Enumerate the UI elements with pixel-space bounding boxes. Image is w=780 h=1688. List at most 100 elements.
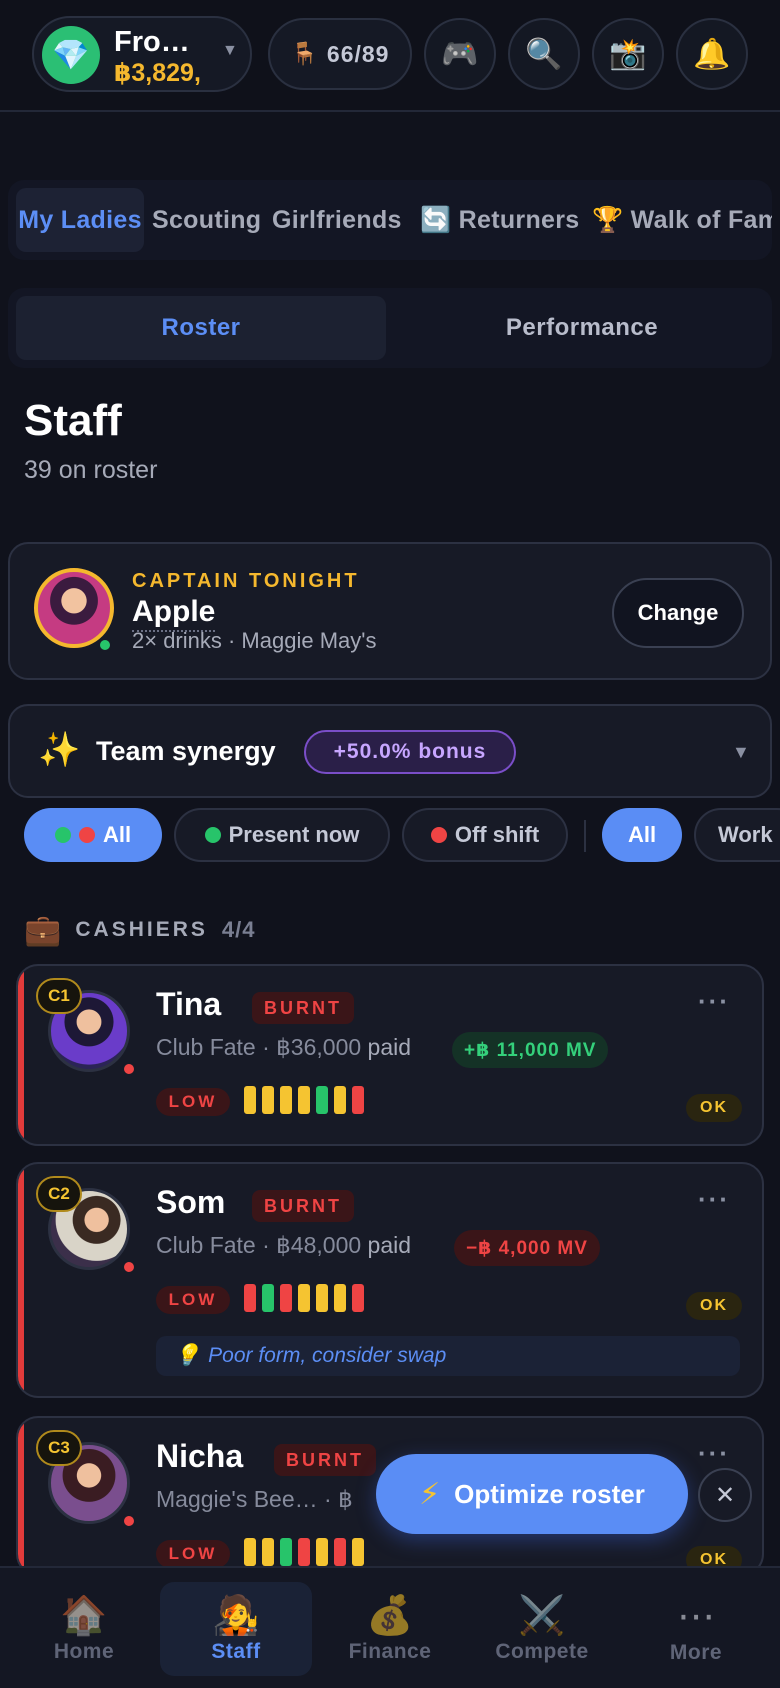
tab-scouting[interactable]: Scouting <box>152 188 261 252</box>
camera-icon: 📸 <box>609 37 647 71</box>
section-label: CASHIERS <box>75 918 208 941</box>
filter-all-label: All <box>102 822 132 847</box>
form-bars <box>244 1284 364 1312</box>
gem-icon: 💎 <box>42 26 100 84</box>
seats-value: 66/89 <box>326 40 390 67</box>
nav-staff[interactable]: 🧑‍🎤 Staff <box>160 1582 312 1676</box>
section-tabs: My Ladies Scouting Girlfriends 🔄 Returne… <box>8 180 772 260</box>
staff-venue: Club Fate <box>156 1034 256 1060</box>
tab-girlfriends[interactable]: Girlfriends <box>272 188 402 252</box>
lightbulb-icon: 💡 <box>174 1344 201 1367</box>
form-bar <box>280 1284 292 1312</box>
nav-label: Compete <box>495 1640 589 1663</box>
more-icon: ⋯ <box>677 1595 715 1638</box>
form-bar <box>262 1086 274 1114</box>
staff-card[interactable]: C1 Tina BURNT ··· Club Fate · ฿36,000 pa… <box>16 964 764 1146</box>
form-bar <box>298 1086 310 1114</box>
section-header-cashiers: 💼 CASHIERS 4/4 <box>24 912 255 948</box>
nav-compete[interactable]: ⚔️ Compete <box>466 1582 618 1676</box>
form-bar <box>352 1538 364 1566</box>
form-bars <box>244 1086 364 1114</box>
chevron-down-icon: ▼ <box>732 742 750 762</box>
segment-performance[interactable]: Performance <box>400 296 764 360</box>
staff-name: Tina <box>156 986 222 1022</box>
form-bar <box>262 1538 274 1566</box>
tab-returners[interactable]: 🔄 Returners <box>420 188 579 252</box>
games-button[interactable]: 🎮 <box>424 18 496 90</box>
camera-button[interactable]: 📸 <box>592 18 664 90</box>
more-options-icon[interactable]: ··· <box>698 1438 730 1469</box>
form-badge: LOW <box>156 1540 230 1568</box>
bottom-nav: 🏠 Home 🧑‍🎤 Staff 💰 Finance ⚔️ Compete ⋯ … <box>0 1566 780 1688</box>
more-options-icon[interactable]: ··· <box>698 986 730 1017</box>
form-badge: LOW <box>156 1088 230 1116</box>
paid-label: paid <box>367 1232 412 1258</box>
status-stripe <box>18 1418 24 1574</box>
filter-off-shift-label: Off shift <box>454 822 540 847</box>
green-dot-icon <box>54 827 71 843</box>
home-icon: 🏠 <box>60 1595 108 1637</box>
swap-suggestion: 💡 Poor form, consider swap <box>156 1336 740 1376</box>
form-bar <box>316 1284 328 1312</box>
tab-my-ladies[interactable]: My Ladies <box>16 188 144 252</box>
change-captain-button[interactable]: Change <box>612 578 744 648</box>
more-options-icon[interactable]: ··· <box>698 1184 730 1215</box>
captain-name[interactable]: Apple <box>132 594 216 632</box>
staff-pay: ฿ <box>338 1486 353 1512</box>
form-bar <box>298 1284 310 1312</box>
staff-meta: Club Fate · ฿36,000 paid <box>156 1034 412 1060</box>
optimize-roster-button[interactable]: ⚡ Optimize roster <box>376 1454 688 1534</box>
filter-all[interactable]: All <box>24 808 162 862</box>
form-bar <box>352 1284 364 1312</box>
health-badge: OK <box>686 1292 742 1320</box>
filter-present-now[interactable]: Present now <box>174 808 390 862</box>
nav-home[interactable]: 🏠 Home <box>8 1582 160 1676</box>
form-bar <box>280 1538 292 1566</box>
notifications-button[interactable]: 🔔 <box>676 18 748 90</box>
status-stripe <box>18 966 24 1144</box>
nav-label: Staff <box>211 1640 261 1663</box>
team-synergy-panel[interactable]: ✨ Team synergy +50.0% bonus ▼ <box>8 704 772 798</box>
seats-counter[interactable]: 🪑 66/89 <box>268 18 412 90</box>
form-bar <box>244 1086 256 1114</box>
divider <box>584 820 586 852</box>
search-icon: 🔍 <box>525 37 563 71</box>
filter-role-work[interactable]: Work <box>694 808 780 862</box>
paid-label: paid <box>367 1034 412 1060</box>
form-bar <box>298 1538 310 1566</box>
bell-icon: 🔔 <box>693 37 731 71</box>
staff-meta: Maggie's Bee… · ฿ <box>156 1486 353 1512</box>
captain-label: CAPTAIN TONIGHT <box>132 570 360 592</box>
nav-label: Finance <box>348 1640 432 1663</box>
close-icon[interactable]: ✕ <box>698 1468 752 1522</box>
venue-switcher[interactable]: 💎 Fro… ฿3,829, ▼ <box>32 16 252 92</box>
filter-chips: All Present now Off shift All Work <box>0 808 780 864</box>
staff-venue: Maggie's Bee… <box>156 1486 318 1512</box>
nav-finance[interactable]: 💰 Finance <box>314 1582 466 1676</box>
offline-status-dot <box>122 1062 136 1076</box>
staff-icon: 🧑‍🎤 <box>212 1595 260 1637</box>
suggestion-text: Poor form, consider swap <box>208 1344 447 1367</box>
status-stripe <box>18 1164 24 1396</box>
form-bar <box>262 1284 274 1312</box>
filter-role-all[interactable]: All <box>602 808 682 862</box>
form-bar <box>244 1538 256 1566</box>
rank-badge: C2 <box>36 1176 82 1212</box>
staff-name: Nicha <box>156 1438 244 1474</box>
nav-label: More <box>669 1640 723 1664</box>
lightning-icon: ⚡ <box>419 1477 441 1511</box>
filter-off-shift[interactable]: Off shift <box>402 808 568 862</box>
online-status-dot <box>98 638 112 652</box>
search-button[interactable]: 🔍 <box>508 18 580 90</box>
form-bar <box>352 1086 364 1114</box>
form-bar <box>316 1538 328 1566</box>
green-dot-icon <box>204 827 221 843</box>
optimize-label: Optimize roster <box>454 1478 645 1509</box>
tab-walk-of-fame[interactable]: 🏆 Walk of Fam <box>592 188 772 252</box>
page-title: Staff <box>24 396 122 445</box>
segment-roster[interactable]: Roster <box>16 296 386 360</box>
staff-meta: Club Fate · ฿48,000 paid <box>156 1232 412 1258</box>
nav-more[interactable]: ⋯ More <box>620 1582 772 1676</box>
form-bar <box>334 1284 346 1312</box>
staff-card[interactable]: C2 Som BURNT ··· Club Fate · ฿48,000 pai… <box>16 1162 764 1398</box>
